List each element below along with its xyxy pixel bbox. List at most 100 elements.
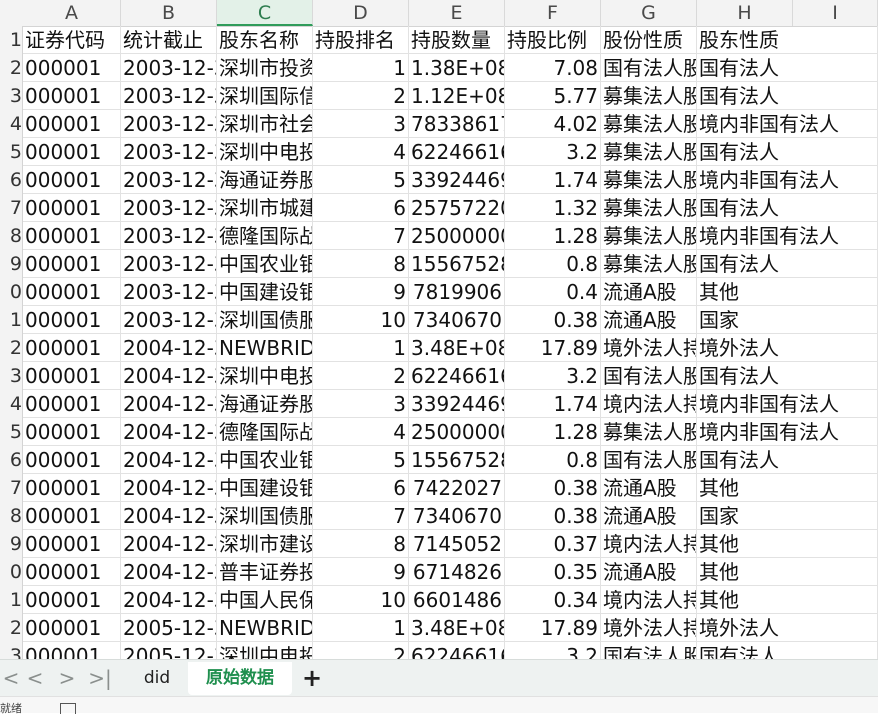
cell-f[interactable]: 0.34 xyxy=(505,586,601,614)
cell-b[interactable]: 2004-12-3 xyxy=(121,362,217,390)
cell-h[interactable]: 其他 xyxy=(697,530,793,558)
cell-d[interactable]: 4 xyxy=(313,138,409,166)
cell-h[interactable]: 国有法人 xyxy=(697,446,793,474)
cell-d[interactable]: 7 xyxy=(313,222,409,250)
cell-h[interactable]: 境外法人 xyxy=(697,614,793,642)
cell-d[interactable]: 10 xyxy=(313,306,409,334)
cell-a[interactable]: 000001 xyxy=(23,82,121,110)
cell-h[interactable]: 境内非国有法人 xyxy=(697,390,839,418)
cell-c[interactable]: 中国农业银 xyxy=(217,250,313,278)
cell-f[interactable]: 1.74 xyxy=(505,166,601,194)
cell-h[interactable]: 国有法人 xyxy=(697,362,793,390)
row-header[interactable]: 3 xyxy=(0,642,23,659)
cell-i[interactable] xyxy=(793,642,878,659)
cell-c[interactable]: 中国建设银 xyxy=(217,474,313,502)
cell-f[interactable]: 持股比例 xyxy=(505,26,601,54)
row-header[interactable]: 2 xyxy=(0,334,23,362)
cell-a[interactable]: 000001 xyxy=(23,54,121,82)
row-header[interactable]: 3 xyxy=(0,362,23,390)
cell-e[interactable]: 62246616 xyxy=(409,642,505,659)
column-header-b[interactable]: B xyxy=(121,0,217,26)
cell-g[interactable]: 流通A股 xyxy=(601,502,697,530)
row-header[interactable]: 1 xyxy=(0,586,23,614)
cell-f[interactable]: 17.89 xyxy=(505,334,601,362)
column-header-i[interactable]: I xyxy=(793,0,878,26)
spreadsheet-grid[interactable]: ABCDEFGHI 12345678901234567890123 证券代码 统计… xyxy=(0,0,878,659)
cell-g[interactable]: 境内法人持 xyxy=(601,530,697,558)
cell-d[interactable]: 5 xyxy=(313,446,409,474)
row-header[interactable]: 8 xyxy=(0,222,23,250)
cell-c[interactable]: 深圳国际信 xyxy=(217,82,313,110)
cell-b[interactable]: 2004-12-3 xyxy=(121,530,217,558)
cell-i[interactable] xyxy=(793,586,878,614)
cell-c[interactable]: 深圳市社会 xyxy=(217,110,313,138)
cell-h[interactable]: 其他 xyxy=(697,558,793,586)
cell-i[interactable] xyxy=(793,110,878,138)
column-header-h[interactable]: H xyxy=(697,0,793,26)
cell-d[interactable]: 8 xyxy=(313,530,409,558)
cell-i[interactable] xyxy=(793,362,878,390)
cell-a[interactable]: 000001 xyxy=(23,502,121,530)
cell-i[interactable] xyxy=(793,558,878,586)
cell-e[interactable]: 62246616 xyxy=(409,138,505,166)
cell-i[interactable] xyxy=(793,390,878,418)
cell-g[interactable]: 募集法人股 xyxy=(601,418,697,446)
row-header[interactable]: 2 xyxy=(0,614,23,642)
cell-h[interactable]: 其他 xyxy=(697,474,793,502)
cell-d[interactable]: 8 xyxy=(313,250,409,278)
cell-e[interactable]: 33924469 xyxy=(409,166,505,194)
cell-b[interactable]: 2003-12-3 xyxy=(121,222,217,250)
cell-d[interactable]: 6 xyxy=(313,474,409,502)
cell-d[interactable]: 持股排名 xyxy=(313,26,409,54)
cell-d[interactable]: 1 xyxy=(313,614,409,642)
cell-i[interactable] xyxy=(793,278,878,306)
row-header[interactable]: 5 xyxy=(0,418,23,446)
row-header[interactable]: 6 xyxy=(0,166,23,194)
row-header[interactable]: 1 xyxy=(0,26,23,54)
cell-b[interactable]: 2005-12-3 xyxy=(121,614,217,642)
row-header[interactable]: 4 xyxy=(0,390,23,418)
cell-f[interactable]: 0.35 xyxy=(505,558,601,586)
row-header[interactable]: 8 xyxy=(0,502,23,530)
cell-a[interactable]: 000001 xyxy=(23,642,121,659)
cell-g[interactable]: 境内法人持 xyxy=(601,586,697,614)
cell-i[interactable] xyxy=(793,222,878,250)
cell-e[interactable]: 33924469 xyxy=(409,390,505,418)
cell-h[interactable]: 国有法人 xyxy=(697,54,793,82)
cell-c[interactable]: 德隆国际战 xyxy=(217,222,313,250)
cell-b[interactable]: 2004-12-3 xyxy=(121,474,217,502)
cell-e[interactable]: 25000000 xyxy=(409,418,505,446)
column-header-e[interactable]: E xyxy=(409,0,505,26)
cell-a[interactable]: 证券代码 xyxy=(23,26,121,54)
cell-f[interactable]: 1.28 xyxy=(505,418,601,446)
cell-g[interactable]: 流通A股 xyxy=(601,474,697,502)
cell-e[interactable]: 7340670 xyxy=(409,502,505,530)
cell-h[interactable]: 国有法人 xyxy=(697,138,793,166)
row-header[interactable]: 5 xyxy=(0,138,23,166)
cell-h[interactable]: 国有法人 xyxy=(697,250,793,278)
cell-g[interactable]: 募集法人股 xyxy=(601,166,697,194)
cell-g[interactable]: 流通A股 xyxy=(601,306,697,334)
cell-c[interactable]: 深圳市城建 xyxy=(217,194,313,222)
cell-h[interactable]: 国家 xyxy=(697,306,793,334)
cell-a[interactable]: 000001 xyxy=(23,222,121,250)
cell-e[interactable]: 7145052 xyxy=(409,530,505,558)
cell-h[interactable]: 境外法人 xyxy=(697,334,793,362)
row-header[interactable]: 4 xyxy=(0,110,23,138)
cell-i[interactable] xyxy=(793,26,878,54)
cell-c[interactable]: 德隆国际战 xyxy=(217,418,313,446)
cell-d[interactable]: 10 xyxy=(313,586,409,614)
cell-g[interactable]: 募集法人股 xyxy=(601,138,697,166)
cell-e[interactable]: 7340670 xyxy=(409,306,505,334)
cell-e[interactable]: 1.38E+08 xyxy=(409,54,505,82)
cell-b[interactable]: 2003-12-3 xyxy=(121,54,217,82)
first-sheet-icon[interactable]: < xyxy=(0,666,22,690)
cell-a[interactable]: 000001 xyxy=(23,558,121,586)
cell-i[interactable] xyxy=(793,530,878,558)
cell-e[interactable]: 62246616 xyxy=(409,362,505,390)
cell-e[interactable]: 3.48E+08 xyxy=(409,614,505,642)
row-header[interactable]: 9 xyxy=(0,250,23,278)
cell-a[interactable]: 000001 xyxy=(23,306,121,334)
cell-g[interactable]: 流通A股 xyxy=(601,278,697,306)
cell-h[interactable]: 国有法人 xyxy=(697,642,793,659)
